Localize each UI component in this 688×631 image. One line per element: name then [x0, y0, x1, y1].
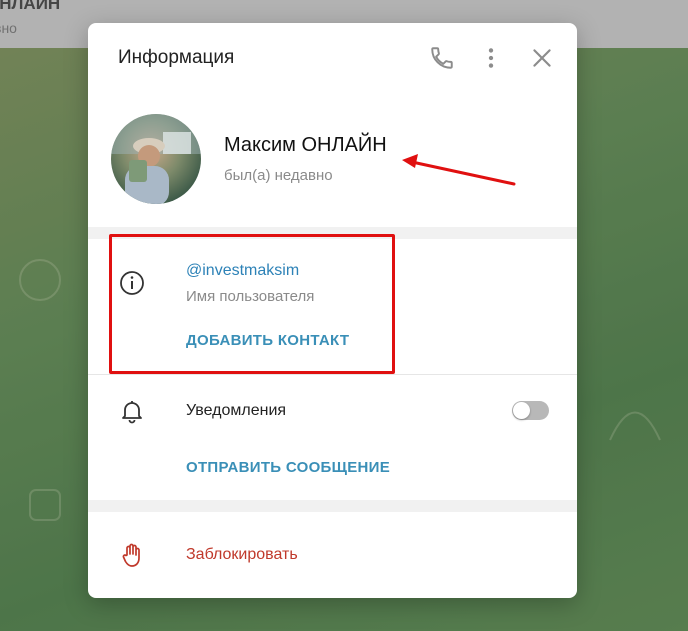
- avatar[interactable]: [111, 114, 201, 204]
- phone-icon[interactable]: [429, 45, 455, 71]
- toggle-knob: [513, 402, 530, 419]
- dialog-title: Информация: [118, 47, 235, 68]
- section-divider: [88, 500, 577, 512]
- profile-name: Максим ОНЛАЙН: [224, 134, 387, 156]
- annotation-highlight-box: [109, 234, 395, 374]
- close-icon[interactable]: [529, 45, 555, 71]
- profile-status: был(а) недавно: [224, 167, 333, 184]
- row-divider: [88, 374, 577, 375]
- block-user-button[interactable]: Заблокировать: [186, 546, 298, 564]
- more-vertical-icon[interactable]: [478, 45, 504, 71]
- annotation-arrow: [402, 154, 516, 186]
- block-hand-icon: [118, 541, 146, 569]
- notifications-label: Уведомления: [186, 402, 287, 419]
- dialog-header: Информация: [88, 23, 577, 93]
- bell-icon: [118, 397, 146, 425]
- notifications-toggle[interactable]: [512, 401, 549, 420]
- send-message-button[interactable]: ОТПРАВИТЬ СООБЩЕНИЕ: [186, 459, 390, 476]
